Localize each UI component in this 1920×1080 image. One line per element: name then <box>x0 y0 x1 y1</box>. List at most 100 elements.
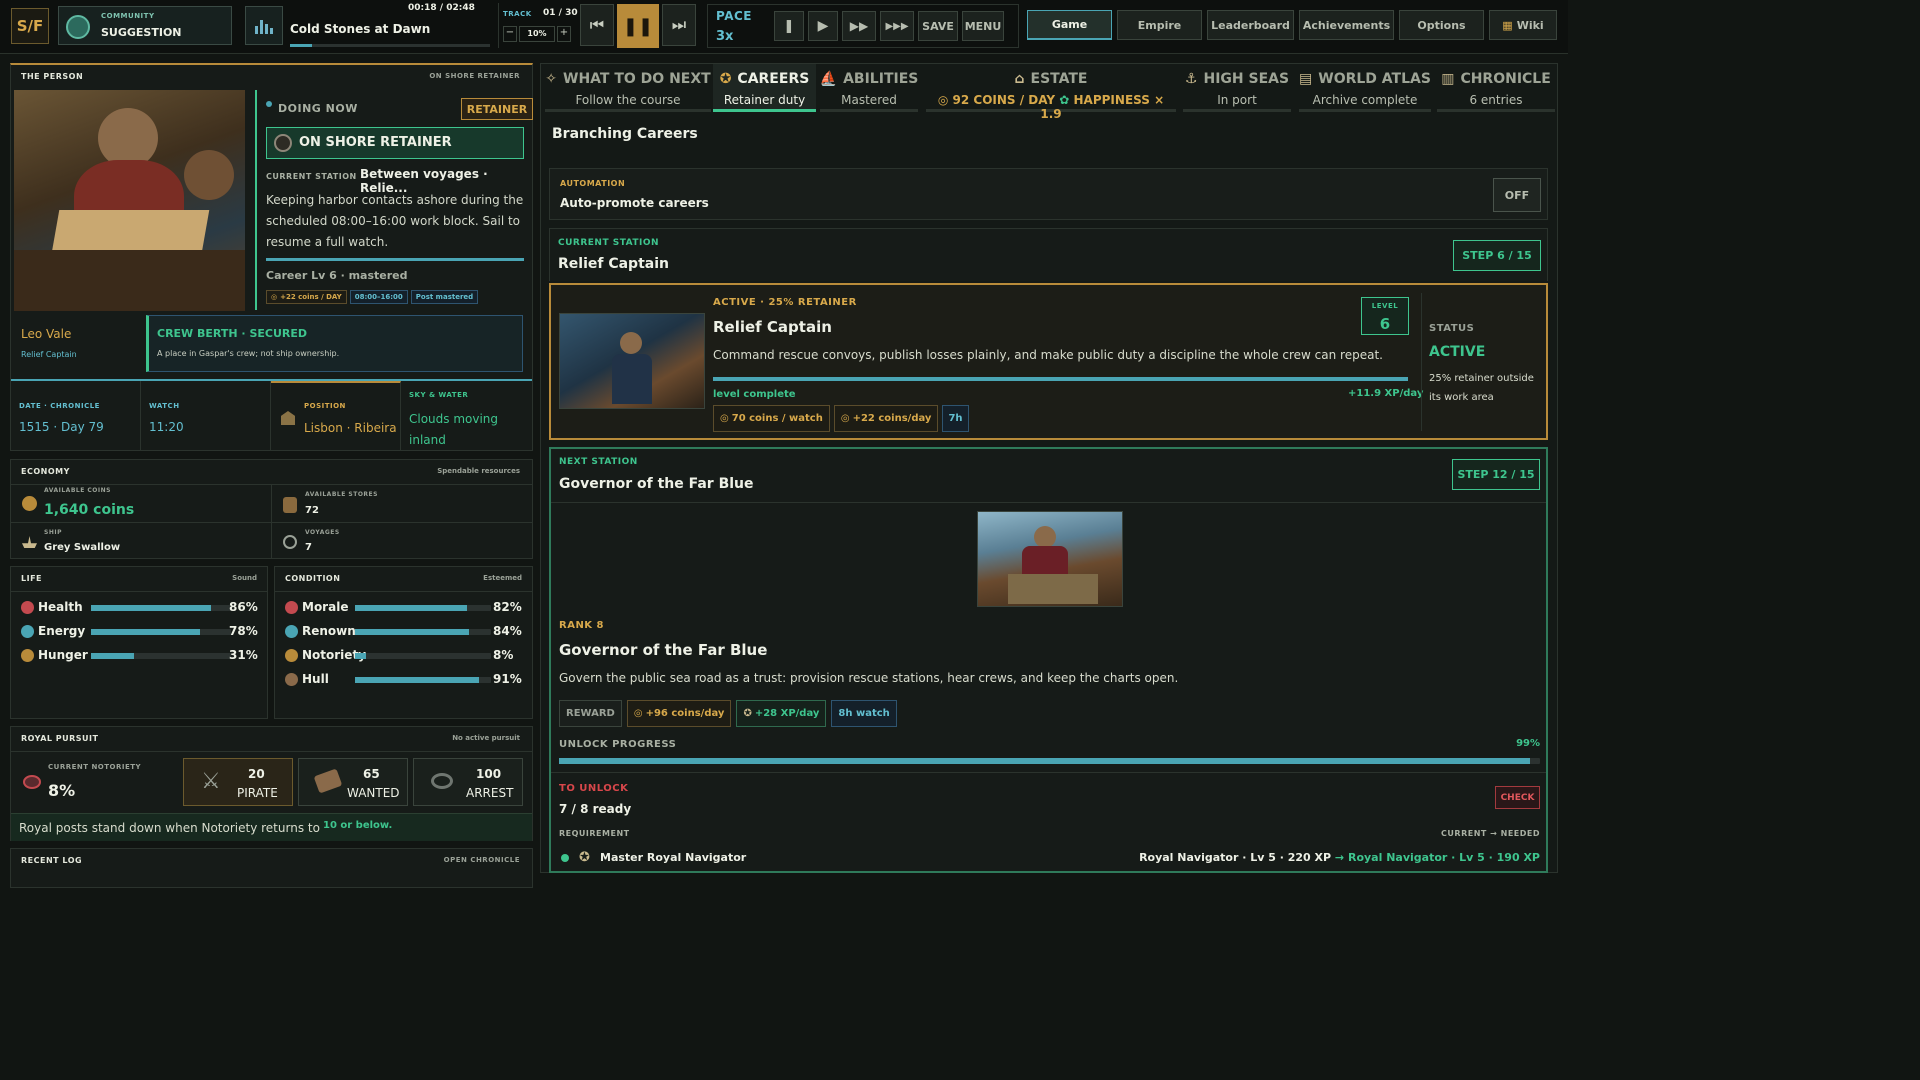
requirement-current: Royal Navigator · Lv 5 · 220 XP <box>1139 851 1332 864</box>
tab-world-atlas[interactable]: ▤ WORLD ATLAS Archive complete <box>1299 64 1431 112</box>
open-chronicle-link[interactable]: OPEN CHRONICLE <box>444 856 520 864</box>
life-title: LIFE <box>21 574 43 583</box>
next-track-button[interactable]: ⏭ <box>662 4 696 46</box>
automation-box: AUTOMATION Auto-promote careers OFF <box>549 168 1548 220</box>
watch-value: 11:20 <box>149 420 184 434</box>
career-progress <box>266 258 524 261</box>
nav-empire[interactable]: Empire <box>1117 10 1202 40</box>
ship-icon: ⛵ <box>819 71 838 87</box>
shackles-icon <box>431 773 453 789</box>
tab-chronicle[interactable]: ▥ CHRONICLE 6 entries <box>1437 64 1555 112</box>
stat-bar <box>91 629 231 635</box>
stat-value: 84% <box>493 624 522 638</box>
compass-icon <box>283 535 297 549</box>
pace-3x-button[interactable]: ▶▶▶ <box>880 11 914 41</box>
active-description: Command rescue convoys, publish losses p… <box>713 348 1383 362</box>
auto-promote-toggle[interactable]: OFF <box>1493 178 1541 212</box>
track-label: TRACK <box>503 10 532 18</box>
stat-bar <box>91 605 231 611</box>
stat-bar <box>355 677 491 683</box>
stat-value: 86% <box>229 600 258 614</box>
tab-high-seas[interactable]: ⚓ HIGH SEAS In port <box>1183 64 1291 112</box>
stat-bar-fill <box>91 605 212 611</box>
life-tag: Sound <box>232 574 257 582</box>
tab-what-to-do-next-sub: Follow the course <box>575 93 681 107</box>
reward-hours-chip: 8h watch <box>831 700 897 727</box>
stat-row-energy: Energy 78% <box>11 622 266 642</box>
economy-title: ECONOMY <box>21 467 70 476</box>
nav-options[interactable]: Options <box>1399 10 1484 40</box>
tab-chronicle-sub: 6 entries <box>1469 93 1523 107</box>
position-cell: POSITION Lisbon · Ribeira <box>271 381 401 451</box>
retainer-badge: RETAINER <box>461 98 533 120</box>
current-step-badge: STEP 6 / 15 <box>1453 240 1541 271</box>
tab-what-to-do-next[interactable]: ✧ WHAT TO DO NEXT Follow the course <box>545 64 711 112</box>
check-button[interactable]: CHECK <box>1495 786 1540 809</box>
condition-title: CONDITION <box>285 574 341 583</box>
next-station-label: NEXT STATION <box>559 457 638 467</box>
tab-careers[interactable]: ✪ CAREERS Retainer duty <box>713 64 816 112</box>
governor-portrait <box>977 511 1123 607</box>
hours-chip: 08:00–16:00 <box>349 290 408 304</box>
tab-abilities-sub: Mastered <box>841 93 897 107</box>
tab-estate-label: ESTATE <box>1030 71 1088 87</box>
community-label: COMMUNITY <box>101 12 155 20</box>
medal-icon: ✪ <box>743 708 752 719</box>
track-title: Cold Stones at Dawn <box>290 22 431 36</box>
status-value: ACTIVE <box>1429 344 1486 360</box>
economy-panel: ECONOMY Spendable resources AVAILABLE CO… <box>10 459 533 559</box>
pace-pause-button[interactable]: ❚ <box>774 11 804 41</box>
compass-rose-icon: ✧ <box>545 71 558 87</box>
save-button[interactable]: SAVE <box>918 11 958 41</box>
nav-leaderboard[interactable]: Leaderboard <box>1207 10 1294 40</box>
stat-label: Health <box>38 600 83 614</box>
stat-value: 82% <box>493 600 522 614</box>
mastered-chip: Post mastered <box>410 290 479 304</box>
music-bars-icon[interactable] <box>245 6 283 45</box>
active-chips: ◎ 70 coins / watch ◎ +22 coins/day 7h <box>713 405 969 432</box>
health-icon <box>21 601 34 614</box>
previous-track-button[interactable]: ⏮ <box>580 4 614 46</box>
crossed-swords-icon: ⚔ <box>201 769 221 794</box>
lightbulb-icon <box>66 15 90 39</box>
coin-icon: ◎ <box>840 413 850 424</box>
volume-up-button[interactable]: + <box>557 26 571 42</box>
menu-button[interactable]: MENU <box>962 11 1004 41</box>
track-progress[interactable] <box>290 44 490 47</box>
skip-back-icon: ⏮ <box>589 15 605 34</box>
pace-controls: PACE 3x ❚ ▶ ▶▶ ▶▶▶ SAVE MENU <box>707 4 1019 48</box>
wiki-label: Wiki <box>1516 18 1544 32</box>
volume-value[interactable]: 10% <box>519 26 555 42</box>
condition-panel: CONDITION Esteemed Morale 82% Renown 84% Not… <box>274 566 533 719</box>
top-bar: S/F COMMUNITY SUGGESTION Cold Stones at … <box>0 0 1568 54</box>
pace-2x-button[interactable]: ▶▶ <box>842 11 876 41</box>
pace-value: 3x <box>716 29 734 44</box>
logo[interactable]: S/F <box>11 8 49 44</box>
royal-title: ROYAL PURSUIT <box>21 734 99 743</box>
nav-wiki[interactable]: ▦ Wiki <box>1489 10 1557 40</box>
unlock-progress-label: UNLOCK PROGRESS <box>559 739 677 750</box>
tab-abilities[interactable]: ⛵ ABILITIES Mastered <box>820 64 918 112</box>
volume-down-button[interactable]: − <box>503 26 517 42</box>
ship-label: SHIP <box>44 529 62 536</box>
condition-tag: Esteemed <box>483 574 522 582</box>
tab-estate[interactable]: ⌂ ESTATE ◎ 92 COINS / DAY ✿ HAPPINESS × 1… <box>926 64 1176 121</box>
nav-game[interactable]: Game <box>1027 10 1112 40</box>
pace-1x-button[interactable]: ▶ <box>808 11 838 41</box>
next-station-card: NEXT STATION Governor of the Far Blue ST… <box>549 447 1548 873</box>
nav-achievements[interactable]: Achievements <box>1299 10 1394 40</box>
status-box: ON SHORE RETAINER <box>266 127 524 159</box>
next-step-badge: STEP 12 / 15 <box>1452 459 1540 490</box>
barrel-icon <box>283 497 297 513</box>
community-suggestion-button[interactable]: COMMUNITY SUGGESTION <box>58 6 232 45</box>
stores-value: 72 <box>305 505 319 516</box>
royal-note-text: Royal posts stand down when Notoriety re… <box>19 821 320 835</box>
tab-estate-income: 92 COINS / DAY <box>952 93 1056 107</box>
pause-button[interactable]: ❚❚ <box>617 4 659 48</box>
arrest-threshold: 100 ARREST <box>413 758 523 806</box>
stat-value: 78% <box>229 624 258 638</box>
coin-icon <box>22 496 37 511</box>
stat-label: Energy <box>38 624 86 638</box>
daily-pay-label: +22 coins/day <box>852 413 932 424</box>
station-label: CURRENT STATION <box>266 172 357 181</box>
